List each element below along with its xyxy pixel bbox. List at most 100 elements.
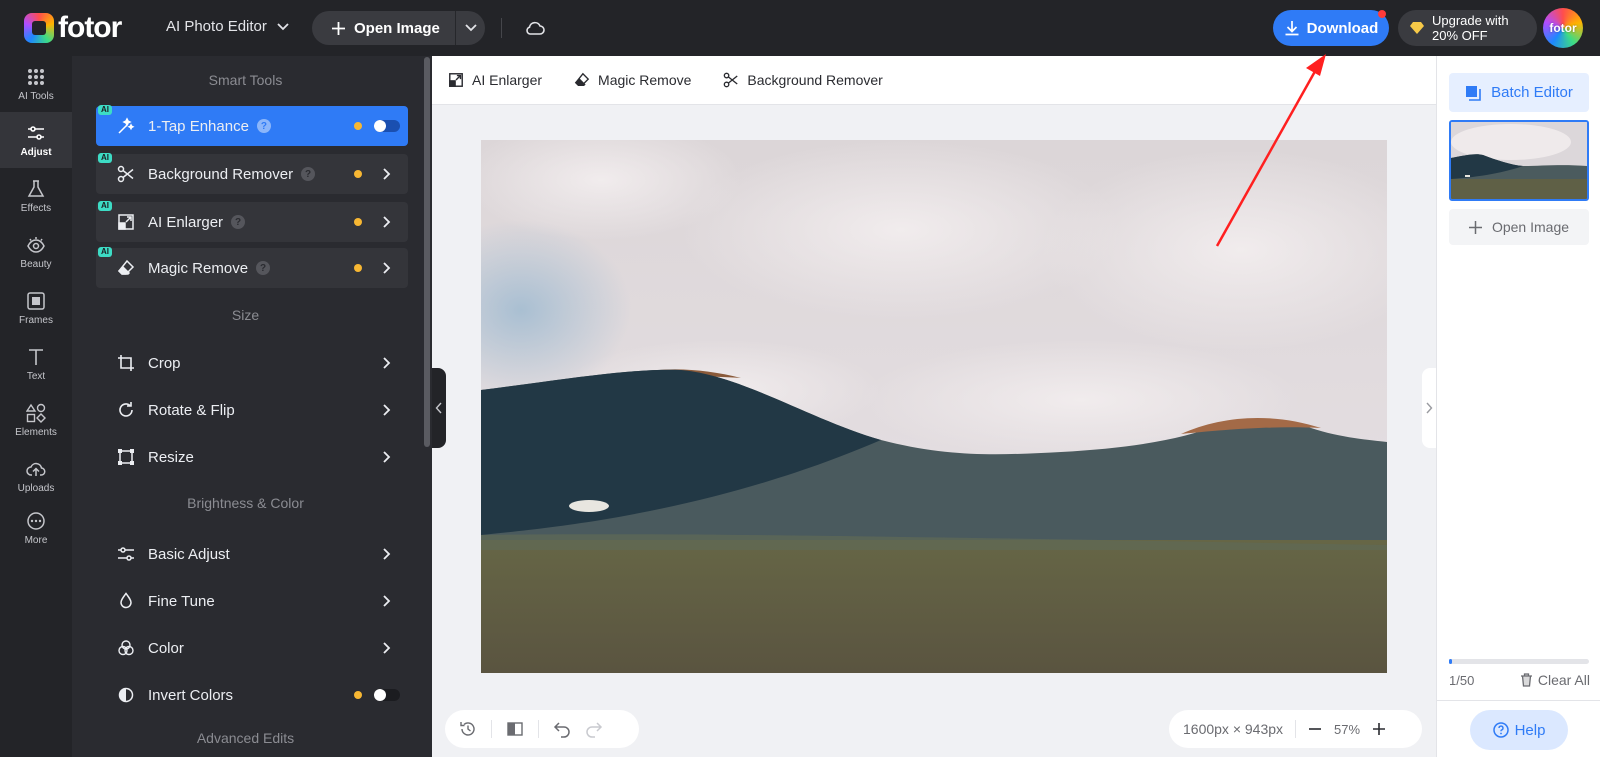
eraser-icon: [116, 258, 136, 278]
rail-label: Text: [26, 370, 46, 382]
rail-item-more[interactable]: More: [0, 504, 72, 552]
download-icon: [1285, 21, 1299, 36]
invert-toggle[interactable]: [374, 689, 400, 701]
editor-mode-label: AI Photo Editor: [166, 18, 267, 35]
tool-ai-enlarger[interactable]: AI AI Enlarger ?: [96, 201, 408, 242]
open-image-button[interactable]: Open Image: [312, 11, 456, 45]
divider: [1437, 700, 1600, 701]
rail-item-ai-tools[interactable]: AI Tools: [0, 56, 72, 112]
quick-ai-enlarger[interactable]: AI Enlarger: [448, 72, 542, 88]
frame-icon: [27, 291, 45, 310]
clear-all-button[interactable]: Clear All: [1520, 672, 1590, 688]
editor-mode-dropdown[interactable]: AI Photo Editor: [166, 18, 289, 35]
compare-icon[interactable]: [506, 720, 524, 738]
tool-background-remover[interactable]: AI Background Remover ?: [96, 153, 408, 194]
right-panel: Batch Editor Open Image 1/50 Clear All H…: [1436, 56, 1600, 757]
tool-invert-colors[interactable]: Invert Colors: [96, 675, 408, 715]
divider: [538, 720, 539, 738]
panel-scrollbar[interactable]: [424, 57, 430, 447]
divider: [501, 18, 502, 38]
eye-icon: [27, 236, 45, 253]
chevron-down-icon: [464, 24, 477, 32]
tool-rotate-flip[interactable]: Rotate & Flip: [96, 390, 408, 430]
add-image-button[interactable]: Open Image: [1449, 209, 1589, 245]
chevron-right-icon: [1426, 402, 1433, 414]
quick-label: AI Enlarger: [472, 72, 543, 88]
chevron-right-icon: [383, 357, 391, 369]
zoom-controls: 1600px × 943px 57%: [1169, 710, 1422, 748]
upgrade-line-2: 20% OFF: [1432, 28, 1488, 43]
chevron-right-icon: [383, 642, 391, 654]
rail-item-adjust[interactable]: Adjust: [0, 112, 72, 168]
rail-item-effects[interactable]: Effects: [0, 168, 72, 224]
flask-icon: [27, 179, 45, 197]
chevron-down-icon: [277, 22, 289, 30]
enlarge-icon: [116, 212, 136, 232]
top-bar: fotor AI Photo Editor Open Image Downloa…: [0, 0, 1600, 56]
ai-badge: AI: [98, 201, 112, 211]
sliders-icon: [116, 544, 136, 564]
download-button[interactable]: Download: [1273, 10, 1389, 46]
help-icon[interactable]: ?: [231, 215, 246, 229]
collapse-right-panel-handle[interactable]: [1422, 368, 1436, 448]
tool-fine-tune[interactable]: Fine Tune: [96, 581, 408, 621]
tool-crop[interactable]: Crop: [96, 343, 408, 383]
redo-icon[interactable]: [585, 720, 603, 738]
sliders-icon: [28, 125, 44, 140]
collapse-panel-handle[interactable]: [432, 368, 446, 448]
status-dot: [354, 691, 362, 699]
fotor-logo[interactable]: fotor: [24, 13, 122, 43]
notification-dot: [1378, 10, 1386, 18]
image-dimensions: 1600px × 943px: [1183, 721, 1284, 737]
quick-background-remover[interactable]: Background Remover: [723, 72, 883, 88]
tool-resize[interactable]: Resize: [96, 437, 408, 477]
zoom-in-icon[interactable]: [1372, 722, 1386, 736]
magic-wand-icon: [116, 116, 136, 136]
tool-basic-adjust[interactable]: Basic Adjust: [96, 534, 408, 574]
upgrade-text: Upgrade with 20% OFF: [1432, 13, 1509, 43]
question-icon: [1492, 722, 1509, 738]
rail-item-frames[interactable]: Frames: [0, 280, 72, 336]
ai-badge: AI: [98, 247, 112, 257]
enhance-toggle[interactable]: [374, 120, 400, 132]
help-icon[interactable]: ?: [256, 119, 271, 133]
help-icon[interactable]: ?: [301, 167, 316, 181]
rail-item-elements[interactable]: Elements: [0, 392, 72, 448]
tool-label: Basic Adjust: [148, 545, 230, 563]
zoom-out-icon[interactable]: [1308, 722, 1322, 736]
help-icon[interactable]: ?: [256, 261, 271, 275]
tool-1-tap-enhance[interactable]: AI 1-Tap Enhance ?: [96, 105, 408, 146]
help-label: Help: [1514, 721, 1546, 739]
tool-color[interactable]: Color: [96, 628, 408, 668]
rail-label: Effects: [20, 202, 52, 214]
rail-item-beauty[interactable]: Beauty: [0, 224, 72, 280]
help-button[interactable]: Help: [1470, 710, 1568, 750]
avatar[interactable]: fotor: [1543, 8, 1583, 48]
section-title-smart-tools: Smart Tools: [208, 72, 283, 88]
upgrade-line-1: Upgrade with: [1432, 13, 1509, 28]
add-image-label: Open Image: [1491, 219, 1570, 235]
left-rail: AI Tools Adjust Effects Beauty Frames Te…: [0, 56, 72, 757]
history-icon[interactable]: [459, 720, 477, 738]
trash-icon: [1520, 673, 1532, 687]
canvas-image[interactable]: [481, 140, 1387, 673]
quick-toolbar: AI Enlarger Magic Remove Background Remo…: [432, 56, 1436, 105]
rail-item-uploads[interactable]: Uploads: [0, 448, 72, 504]
status-dot: [354, 218, 362, 226]
rail-item-text[interactable]: Text: [0, 336, 72, 392]
image-thumbnail[interactable]: [1449, 120, 1589, 201]
open-image-dropdown[interactable]: [456, 11, 485, 45]
rail-label: Adjust: [20, 146, 52, 158]
upgrade-button[interactable]: Upgrade with 20% OFF: [1398, 10, 1537, 46]
cloud-icon[interactable]: [524, 17, 546, 39]
status-dot: [354, 264, 362, 272]
layers-icon: [1466, 85, 1481, 101]
batch-editor-button[interactable]: Batch Editor: [1449, 73, 1589, 112]
color-circles-icon: [116, 638, 136, 658]
tool-label: 1-Tap Enhance: [148, 117, 249, 135]
quick-magic-remove[interactable]: Magic Remove: [574, 72, 691, 88]
history-controls: [445, 710, 639, 748]
quick-label: Background Remover: [747, 72, 883, 88]
tool-magic-remove[interactable]: AI Magic Remove ?: [96, 247, 408, 288]
undo-icon[interactable]: [553, 720, 571, 738]
